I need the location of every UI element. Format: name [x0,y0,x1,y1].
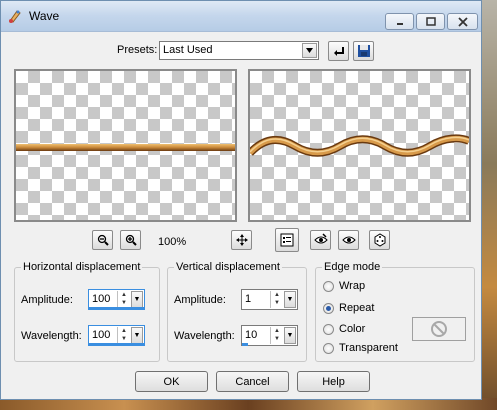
zoom-out-button[interactable] [92,230,113,250]
amplitude-slider-bar[interactable] [89,307,144,310]
background-desktop [480,0,497,410]
vertical-wavelength-label: Wavelength: [174,330,235,342]
cancel-label: Cancel [235,375,270,388]
dice-icon [374,233,385,247]
maximize-button[interactable] [416,13,445,30]
result-preview[interactable] [248,69,471,222]
radio-transparent[interactable] [323,342,334,354]
horizontal-amplitude-label: Amplitude: [21,294,73,306]
proof-eye-icon [313,233,328,244]
toggle-preview-button[interactable] [275,228,299,252]
edge-option-label: Repeat [339,302,375,314]
chevron-down-icon[interactable]: ▼ [131,327,143,344]
proof-button[interactable] [310,230,331,250]
move-arrows-icon [235,234,248,246]
spinner-arrows[interactable]: ▲ ▼ [117,327,130,344]
close-icon [457,16,468,27]
wave-rope-image [250,134,469,157]
horizontal-wavelength-label: Wavelength: [21,330,82,342]
vertical-displacement-title: Vertical displacement [174,261,282,273]
edge-option-transparent[interactable]: Transparent [323,342,398,354]
horizontal-displacement-group: Horizontal displacement [14,261,160,362]
edge-option-label: Color [339,323,366,335]
vertical-amplitude-value[interactable]: 1 [245,293,251,305]
no-color-icon [431,321,447,337]
horizontal-wavelength-value[interactable]: 100 [92,329,110,341]
chevron-down-icon[interactable]: ▼ [131,291,143,308]
pan-button[interactable] [231,230,252,250]
close-button[interactable] [447,13,478,30]
zoom-out-icon [97,234,109,246]
window-title: Wave [29,9,60,23]
edge-mode-title: Edge mode [322,261,383,273]
zoom-level: 100% [158,236,187,248]
zoom-in-button[interactable] [120,230,141,250]
auto-proof-eye-icon [341,236,356,244]
original-preview[interactable] [14,69,237,222]
horizontal-amplitude-value[interactable]: 100 [92,293,110,305]
auto-proof-button[interactable] [338,230,359,250]
ok-label: OK [163,375,180,388]
edge-option-wrap[interactable]: Wrap [323,280,365,292]
chevron-down-icon[interactable]: ▼ [284,327,296,344]
edge-color-swatch[interactable] [412,317,466,341]
vertical-wavelength-value[interactable]: 10 [245,329,257,341]
vertical-wavelength-stepper[interactable]: 10 ▲ ▼ ▼ [241,325,298,346]
reset-preset-button[interactable] [328,41,349,61]
help-label: Help [322,375,345,388]
cancel-button[interactable]: Cancel [216,371,289,392]
presets-value: Last Used [163,44,213,56]
horizontal-wavelength-stepper[interactable]: 100 ▲ ▼ ▼ [88,325,145,346]
radio-wrap[interactable] [323,280,334,292]
radio-repeat[interactable] [323,302,334,314]
wavelength-slider-bar[interactable] [242,343,248,346]
presets-label: Presets: [117,44,158,56]
floppy-disk-icon [357,45,370,57]
app-icon [7,8,23,24]
spinner-arrows[interactable]: ▲ ▼ [270,327,283,344]
spinner-arrows[interactable]: ▲ ▼ [117,291,130,308]
randomize-button[interactable] [369,230,390,250]
minimize-icon [396,22,403,25]
help-button[interactable]: Help [297,371,370,392]
undo-arrow-icon [333,47,344,56]
edge-option-label: Wrap [339,280,366,292]
horizontal-displacement-title: Horizontal displacement [21,261,143,273]
preview-list-icon [280,233,294,247]
zoom-in-icon [125,234,137,246]
title-bar[interactable]: Wave [1,1,481,32]
wave-dialog: Wave Presets: Last Used 100% Horizontal … [0,0,482,400]
save-preset-button[interactable] [353,41,374,61]
maximize-icon [425,16,436,26]
edge-option-repeat[interactable]: Repeat [323,302,374,314]
vertical-amplitude-stepper[interactable]: 1 ▲ ▼ ▼ [241,289,298,310]
ok-button[interactable]: OK [135,371,208,392]
spinner-arrows[interactable]: ▲ ▼ [270,291,283,308]
chevron-down-icon[interactable]: ▼ [284,291,296,308]
horizontal-amplitude-stepper[interactable]: 100 ▲ ▼ ▼ [88,289,145,310]
wavelength-slider-bar[interactable] [89,343,144,346]
radio-color[interactable] [323,323,334,335]
edge-option-color[interactable]: Color [323,323,365,335]
straight-rope-image [16,144,235,151]
presets-dropdown[interactable]: Last Used [159,41,319,60]
minimize-button[interactable] [385,13,414,30]
vertical-displacement-group: Vertical displacement [167,261,307,362]
vertical-amplitude-label: Amplitude: [174,294,226,306]
chevron-down-icon[interactable] [302,43,317,58]
edge-option-label: Transparent [339,342,398,354]
